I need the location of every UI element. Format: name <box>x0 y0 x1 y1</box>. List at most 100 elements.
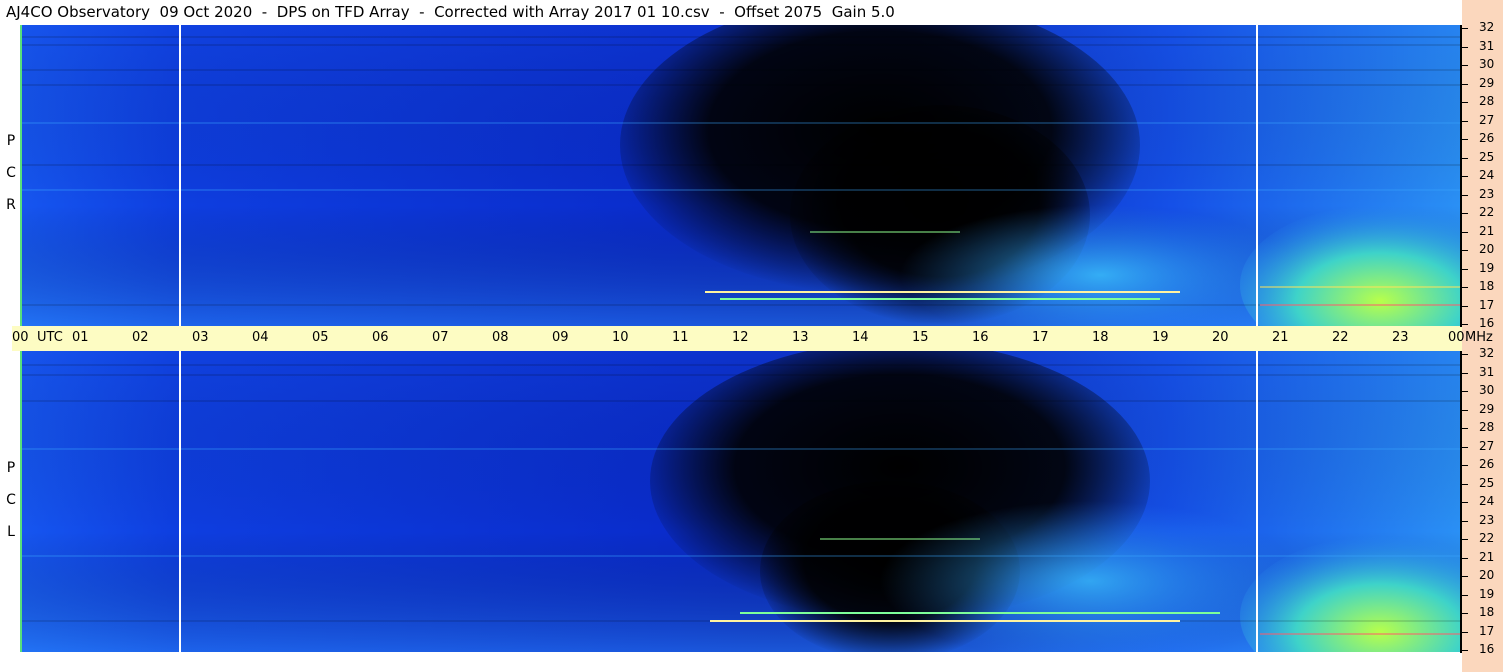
frequency-tick-label: 19 <box>1479 586 1495 601</box>
frequency-tick-mark <box>1462 594 1468 596</box>
utc-tick-label: 19 <box>1152 330 1169 345</box>
frequency-tick-label: 20 <box>1479 242 1495 256</box>
utc-tick-label: 10 <box>612 330 629 345</box>
utc-tick-label: 18 <box>1092 330 1109 345</box>
frequency-tick-mark <box>1462 576 1468 577</box>
frequency-tick-mark <box>1462 305 1468 307</box>
utc-tick-label: 03 <box>192 330 209 345</box>
frequency-tick-mark <box>1462 194 1468 196</box>
utc-tick-label: 12 <box>732 330 749 345</box>
frequency-tick-label: 29 <box>1479 75 1495 90</box>
utc-tick-label: 22 <box>1332 330 1349 345</box>
frequency-tick-label: 32 <box>1479 20 1495 34</box>
lcp-letter-c: C <box>6 492 16 508</box>
utc-tick-label: 11 <box>672 330 689 345</box>
frequency-tick-mark <box>1462 157 1468 159</box>
frequency-tick-label: 16 <box>1479 642 1495 656</box>
frequency-tick-mark <box>1462 139 1468 140</box>
frequency-tick-label: 27 <box>1479 438 1495 453</box>
frequency-tick-label: 26 <box>1479 457 1495 471</box>
lcp-letters: P C L <box>4 452 18 548</box>
frequency-tick-label: 16 <box>1479 316 1495 330</box>
frequency-tick-label: 31 <box>1479 364 1495 379</box>
utc-tick-label: 00 <box>12 330 29 345</box>
frequency-tick-mark <box>1462 502 1468 503</box>
frequency-tick-mark <box>1462 483 1468 485</box>
utc-tick-label: 00 <box>1448 330 1465 345</box>
frequency-tick-label: 22 <box>1479 205 1495 219</box>
frequency-tick-mark <box>1462 102 1468 103</box>
utc-tick-label: 23 <box>1392 330 1409 345</box>
lcp-spectrogram-image <box>20 351 1460 652</box>
frequency-tick-mark <box>1462 120 1468 122</box>
utc-tick-label: 13 <box>792 330 809 345</box>
frequency-tick-label: 24 <box>1479 494 1495 508</box>
frequency-tick-mark <box>1462 354 1468 355</box>
frequency-tick-mark <box>1462 213 1468 214</box>
utc-zone-label: UTC <box>37 330 63 345</box>
frequency-tick-mark <box>1462 268 1468 270</box>
rcp-letter-r: P <box>6 133 16 149</box>
frequency-tick-mark <box>1462 46 1468 48</box>
frequency-tick-label: 23 <box>1479 512 1495 527</box>
utc-tick-label: 08 <box>492 330 509 345</box>
rcp-letter-p: R <box>6 197 16 213</box>
frequency-tick-label: 30 <box>1479 383 1495 397</box>
frequency-tick-label: 24 <box>1479 168 1495 182</box>
frequency-tick-mark <box>1462 287 1468 288</box>
frequency-tick-label: 27 <box>1479 112 1495 127</box>
utc-tick-label: 09 <box>552 330 569 345</box>
utc-tick-label: 06 <box>372 330 389 345</box>
lcp-spectrogram <box>20 351 1460 652</box>
utc-tick-label: 21 <box>1272 330 1289 345</box>
frequency-tick-mark <box>1462 557 1468 559</box>
frequency-tick-label: 30 <box>1479 57 1495 71</box>
frequency-tick-label: 21 <box>1479 223 1495 238</box>
frequency-tick-label: 22 <box>1479 531 1495 545</box>
frequency-tick-label: 25 <box>1479 475 1495 490</box>
frequency-tick-label: 17 <box>1479 623 1495 638</box>
lcp-letter-l: L <box>7 524 15 540</box>
frequency-tick-mark <box>1462 250 1468 251</box>
frequency-tick-label: 20 <box>1479 568 1495 582</box>
frequency-tick-label: 19 <box>1479 260 1495 275</box>
frequency-tick-mark <box>1462 428 1468 429</box>
frequency-tick-label: 18 <box>1479 279 1495 293</box>
frequency-tick-mark <box>1462 372 1468 374</box>
frequency-tick-mark <box>1462 631 1468 633</box>
frequency-tick-mark <box>1462 520 1468 522</box>
lcp-left-rule <box>20 351 22 652</box>
frequency-tick-mark <box>1462 83 1468 85</box>
frequency-tick-mark <box>1462 324 1468 325</box>
frequency-tick-mark <box>1462 465 1468 466</box>
utc-tick-label: 07 <box>432 330 449 345</box>
frequency-tick-mark <box>1462 539 1468 540</box>
frequency-tick-mark <box>1462 176 1468 177</box>
utc-tick-label: 01 <box>72 330 89 345</box>
frequency-tick-label: 26 <box>1479 131 1495 145</box>
frequency-tick-label: 31 <box>1479 38 1495 53</box>
utc-tick-label: 20 <box>1212 330 1229 345</box>
frequency-tick-mark <box>1462 391 1468 392</box>
frequency-tick-mark <box>1462 650 1468 651</box>
frequency-tick-label: 18 <box>1479 605 1495 619</box>
frequency-tick-mark <box>1462 65 1468 66</box>
frequency-tick-label: 25 <box>1479 149 1495 164</box>
rcp-spectrogram <box>20 25 1460 326</box>
frequency-tick-label: 32 <box>1479 346 1495 360</box>
frequency-tick-mark <box>1462 446 1468 448</box>
frequency-tick-label: 28 <box>1479 94 1495 108</box>
utc-tick-label: 02 <box>132 330 149 345</box>
utc-tick-label: 17 <box>1032 330 1049 345</box>
rcp-letters: P C R <box>4 125 18 221</box>
mhz-unit-label: MHz <box>1465 330 1493 345</box>
lcp-letter-p: P <box>6 460 16 476</box>
frequency-tick-label: 23 <box>1479 186 1495 201</box>
frequency-tick-label: 21 <box>1479 549 1495 564</box>
chart-title: AJ4CO Observatory 09 Oct 2020 - DPS on T… <box>6 3 895 21</box>
frequency-tick-mark <box>1462 231 1468 233</box>
utc-tick-label: 05 <box>312 330 329 345</box>
frequency-tick-label: 28 <box>1479 420 1495 434</box>
frequency-tick-mark <box>1462 28 1468 29</box>
utc-tick-label: 04 <box>252 330 269 345</box>
